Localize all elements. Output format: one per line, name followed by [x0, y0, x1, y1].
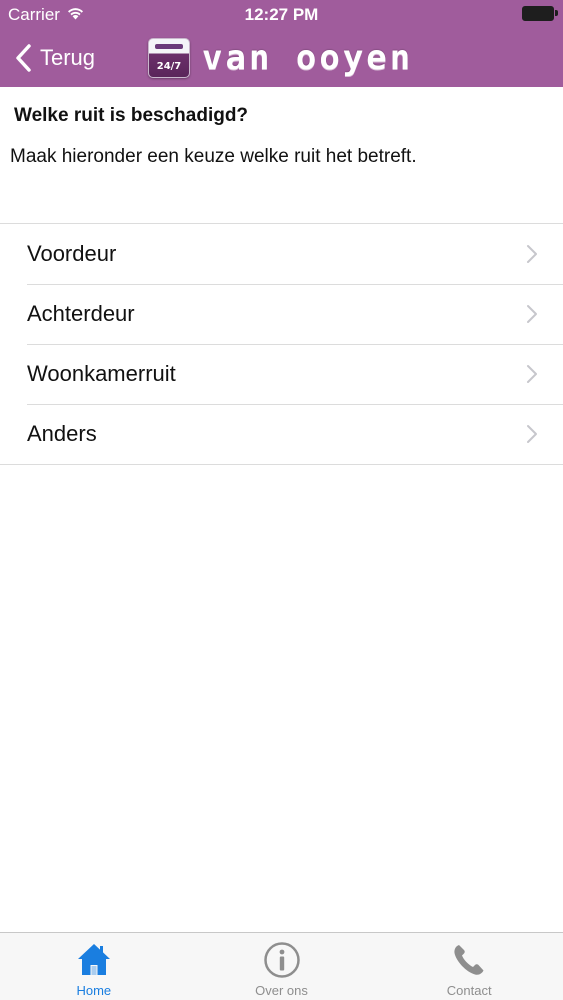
page-title: Welke ruit is beschadigd? [14, 105, 249, 126]
option-label: Voordeur [27, 241, 117, 266]
chevron-right-icon [527, 305, 537, 323]
tab-contact[interactable]: Contact [375, 933, 563, 1000]
chevron-right-icon [527, 245, 537, 263]
battery-icon [522, 6, 558, 21]
home-icon [77, 944, 110, 975]
back-label: Terug [40, 45, 96, 70]
options-list: Voordeur Achterdeur Woonkamerruit Anders [0, 223, 563, 465]
option-achterdeur[interactable]: Achterdeur [0, 284, 563, 344]
header: Carrier 12:27 PM Terug 24/7 van ooyen [0, 0, 563, 87]
back-button[interactable]: Terug [14, 40, 95, 76]
option-voordeur[interactable]: Voordeur [0, 224, 563, 284]
tab-label: Over ons [255, 983, 308, 998]
status-bar: Carrier 12:27 PM [0, 0, 563, 30]
tab-label: Home [76, 983, 112, 998]
option-label: Anders [27, 421, 97, 446]
option-woonkamerruit[interactable]: Woonkamerruit [0, 344, 563, 404]
tab-home[interactable]: Home [0, 933, 188, 1000]
tab-label: Contact [446, 983, 492, 998]
nav-bar: Terug 24/7 van ooyen [0, 30, 563, 87]
tab-bar: Home Over ons Contact [0, 932, 563, 1000]
logo-badge-text: 24/7 [156, 61, 182, 72]
back-chevron-icon [16, 44, 31, 72]
screen: Carrier 12:27 PM Terug 24/7 van ooyen We… [0, 0, 563, 1000]
logo-badge: 24/7 [148, 38, 190, 78]
option-anders[interactable]: Anders [0, 404, 563, 464]
info-icon [263, 942, 300, 978]
option-label: Woonkamerruit [27, 361, 176, 386]
logo: 24/7 van ooyen [148, 36, 413, 80]
tab-over-ons[interactable]: Over ons [188, 933, 376, 1000]
phone-icon [454, 945, 484, 975]
chevron-right-icon [527, 425, 537, 443]
status-time: 12:27 PM [244, 5, 319, 24]
page-description: Maak hieronder een keuze welke ruit het … [10, 146, 417, 167]
chevron-right-icon [527, 365, 537, 383]
logo-text: van ooyen [202, 38, 414, 78]
option-label: Achterdeur [27, 301, 135, 326]
